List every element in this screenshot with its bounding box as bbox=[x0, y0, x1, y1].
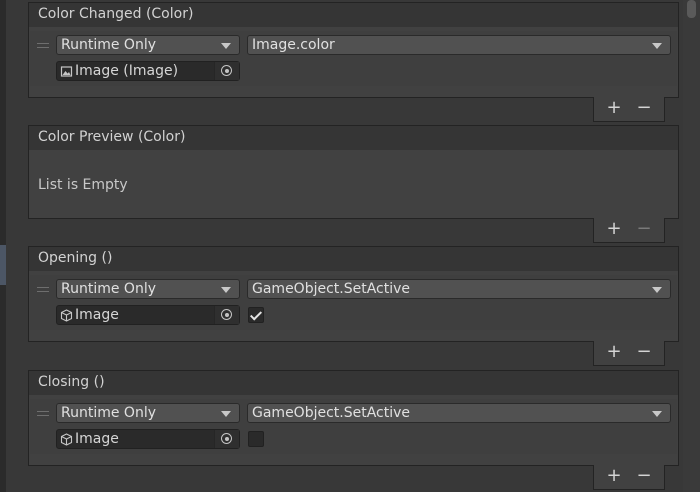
function-dropdown[interactable]: GameObject.SetActive bbox=[247, 403, 671, 423]
scene-view-sliver bbox=[0, 245, 6, 285]
event-listener-list: Runtime Only GameObject.SetActive Image bbox=[28, 271, 679, 342]
event-header: Color Preview (Color) bbox=[28, 125, 679, 151]
function-dropdown[interactable]: Image.color bbox=[247, 35, 671, 55]
chevron-down-icon bbox=[221, 43, 231, 49]
chevron-down-icon bbox=[652, 287, 662, 293]
event-listener-list: List is Empty bbox=[28, 150, 679, 219]
left-panel-edge bbox=[0, 0, 6, 492]
drag-handle-icon[interactable] bbox=[37, 43, 49, 49]
event-title: Opening () bbox=[38, 250, 113, 266]
event-footer: + − bbox=[593, 97, 665, 122]
object-picker-button[interactable] bbox=[214, 430, 239, 448]
target-object-field[interactable]: Image bbox=[56, 429, 240, 449]
object-picker-button[interactable] bbox=[214, 62, 239, 80]
function-label: GameObject.SetActive bbox=[252, 281, 411, 297]
bool-param-checkbox[interactable] bbox=[248, 307, 264, 323]
chevron-down-icon bbox=[221, 411, 231, 417]
function-label: Image.color bbox=[252, 37, 335, 53]
add-listener-button[interactable]: + bbox=[602, 219, 626, 239]
chevron-down-icon bbox=[221, 287, 231, 293]
event-footer: + − bbox=[593, 218, 665, 243]
chevron-down-icon bbox=[652, 43, 662, 49]
drag-handle-icon[interactable] bbox=[37, 411, 49, 417]
remove-listener-button[interactable]: − bbox=[632, 466, 656, 486]
add-listener-button[interactable]: + bbox=[602, 342, 626, 362]
target-object-field[interactable]: Image bbox=[56, 305, 240, 325]
event-title: Color Changed (Color) bbox=[38, 6, 194, 22]
runtime-mode-label: Runtime Only bbox=[61, 281, 156, 297]
add-listener-button[interactable]: + bbox=[602, 466, 626, 486]
add-listener-button[interactable]: + bbox=[602, 98, 626, 118]
target-object-label: Image bbox=[75, 431, 119, 447]
event-footer: + − bbox=[593, 465, 665, 490]
target-object-label: Image (Image) bbox=[75, 63, 179, 79]
runtime-mode-label: Runtime Only bbox=[61, 405, 156, 421]
event-footer: + − bbox=[593, 341, 665, 366]
drag-handle-icon[interactable] bbox=[37, 287, 49, 293]
function-dropdown[interactable]: GameObject.SetActive bbox=[247, 279, 671, 299]
target-object-label: Image bbox=[75, 307, 119, 323]
remove-listener-button: − bbox=[636, 218, 652, 239]
listener-item: Runtime Only GameObject.SetActive Image bbox=[30, 399, 677, 454]
empty-list-label: List is Empty bbox=[38, 177, 128, 193]
bool-param-checkbox[interactable] bbox=[248, 431, 264, 447]
event-title: Closing () bbox=[38, 374, 105, 390]
function-label: GameObject.SetActive bbox=[252, 405, 411, 421]
remove-listener-button[interactable]: − bbox=[632, 98, 656, 118]
listener-item: Runtime Only GameObject.SetActive Image bbox=[30, 275, 677, 330]
chevron-down-icon bbox=[652, 411, 662, 417]
event-listener-list: Runtime Only GameObject.SetActive Image bbox=[28, 395, 679, 466]
runtime-mode-label: Runtime Only bbox=[61, 37, 156, 53]
object-picker-button[interactable] bbox=[214, 306, 239, 324]
target-object-field[interactable]: Image (Image) bbox=[56, 61, 240, 81]
inspector-scrollbar[interactable] bbox=[683, 0, 700, 492]
gameobject-cube-icon bbox=[60, 433, 73, 446]
event-header: Opening () bbox=[28, 246, 679, 272]
event-title: Color Preview (Color) bbox=[38, 129, 186, 145]
event-listener-list: Runtime Only Image.color Image (Image) bbox=[28, 27, 679, 98]
runtime-mode-dropdown[interactable]: Runtime Only bbox=[56, 279, 240, 299]
runtime-mode-dropdown[interactable]: Runtime Only bbox=[56, 35, 240, 55]
scrollbar-thumb[interactable] bbox=[687, 0, 696, 18]
checkmark-icon bbox=[249, 308, 263, 321]
remove-listener-button[interactable]: − bbox=[632, 342, 656, 362]
event-header: Color Changed (Color) bbox=[28, 2, 679, 28]
inspector-panel: Color Changed (Color) Runtime Only Image… bbox=[0, 0, 700, 492]
listener-item: Runtime Only Image.color Image (Image) bbox=[30, 31, 677, 86]
gameobject-cube-icon bbox=[60, 309, 73, 322]
event-header: Closing () bbox=[28, 370, 679, 396]
image-component-icon bbox=[60, 66, 73, 77]
runtime-mode-dropdown[interactable]: Runtime Only bbox=[56, 403, 240, 423]
